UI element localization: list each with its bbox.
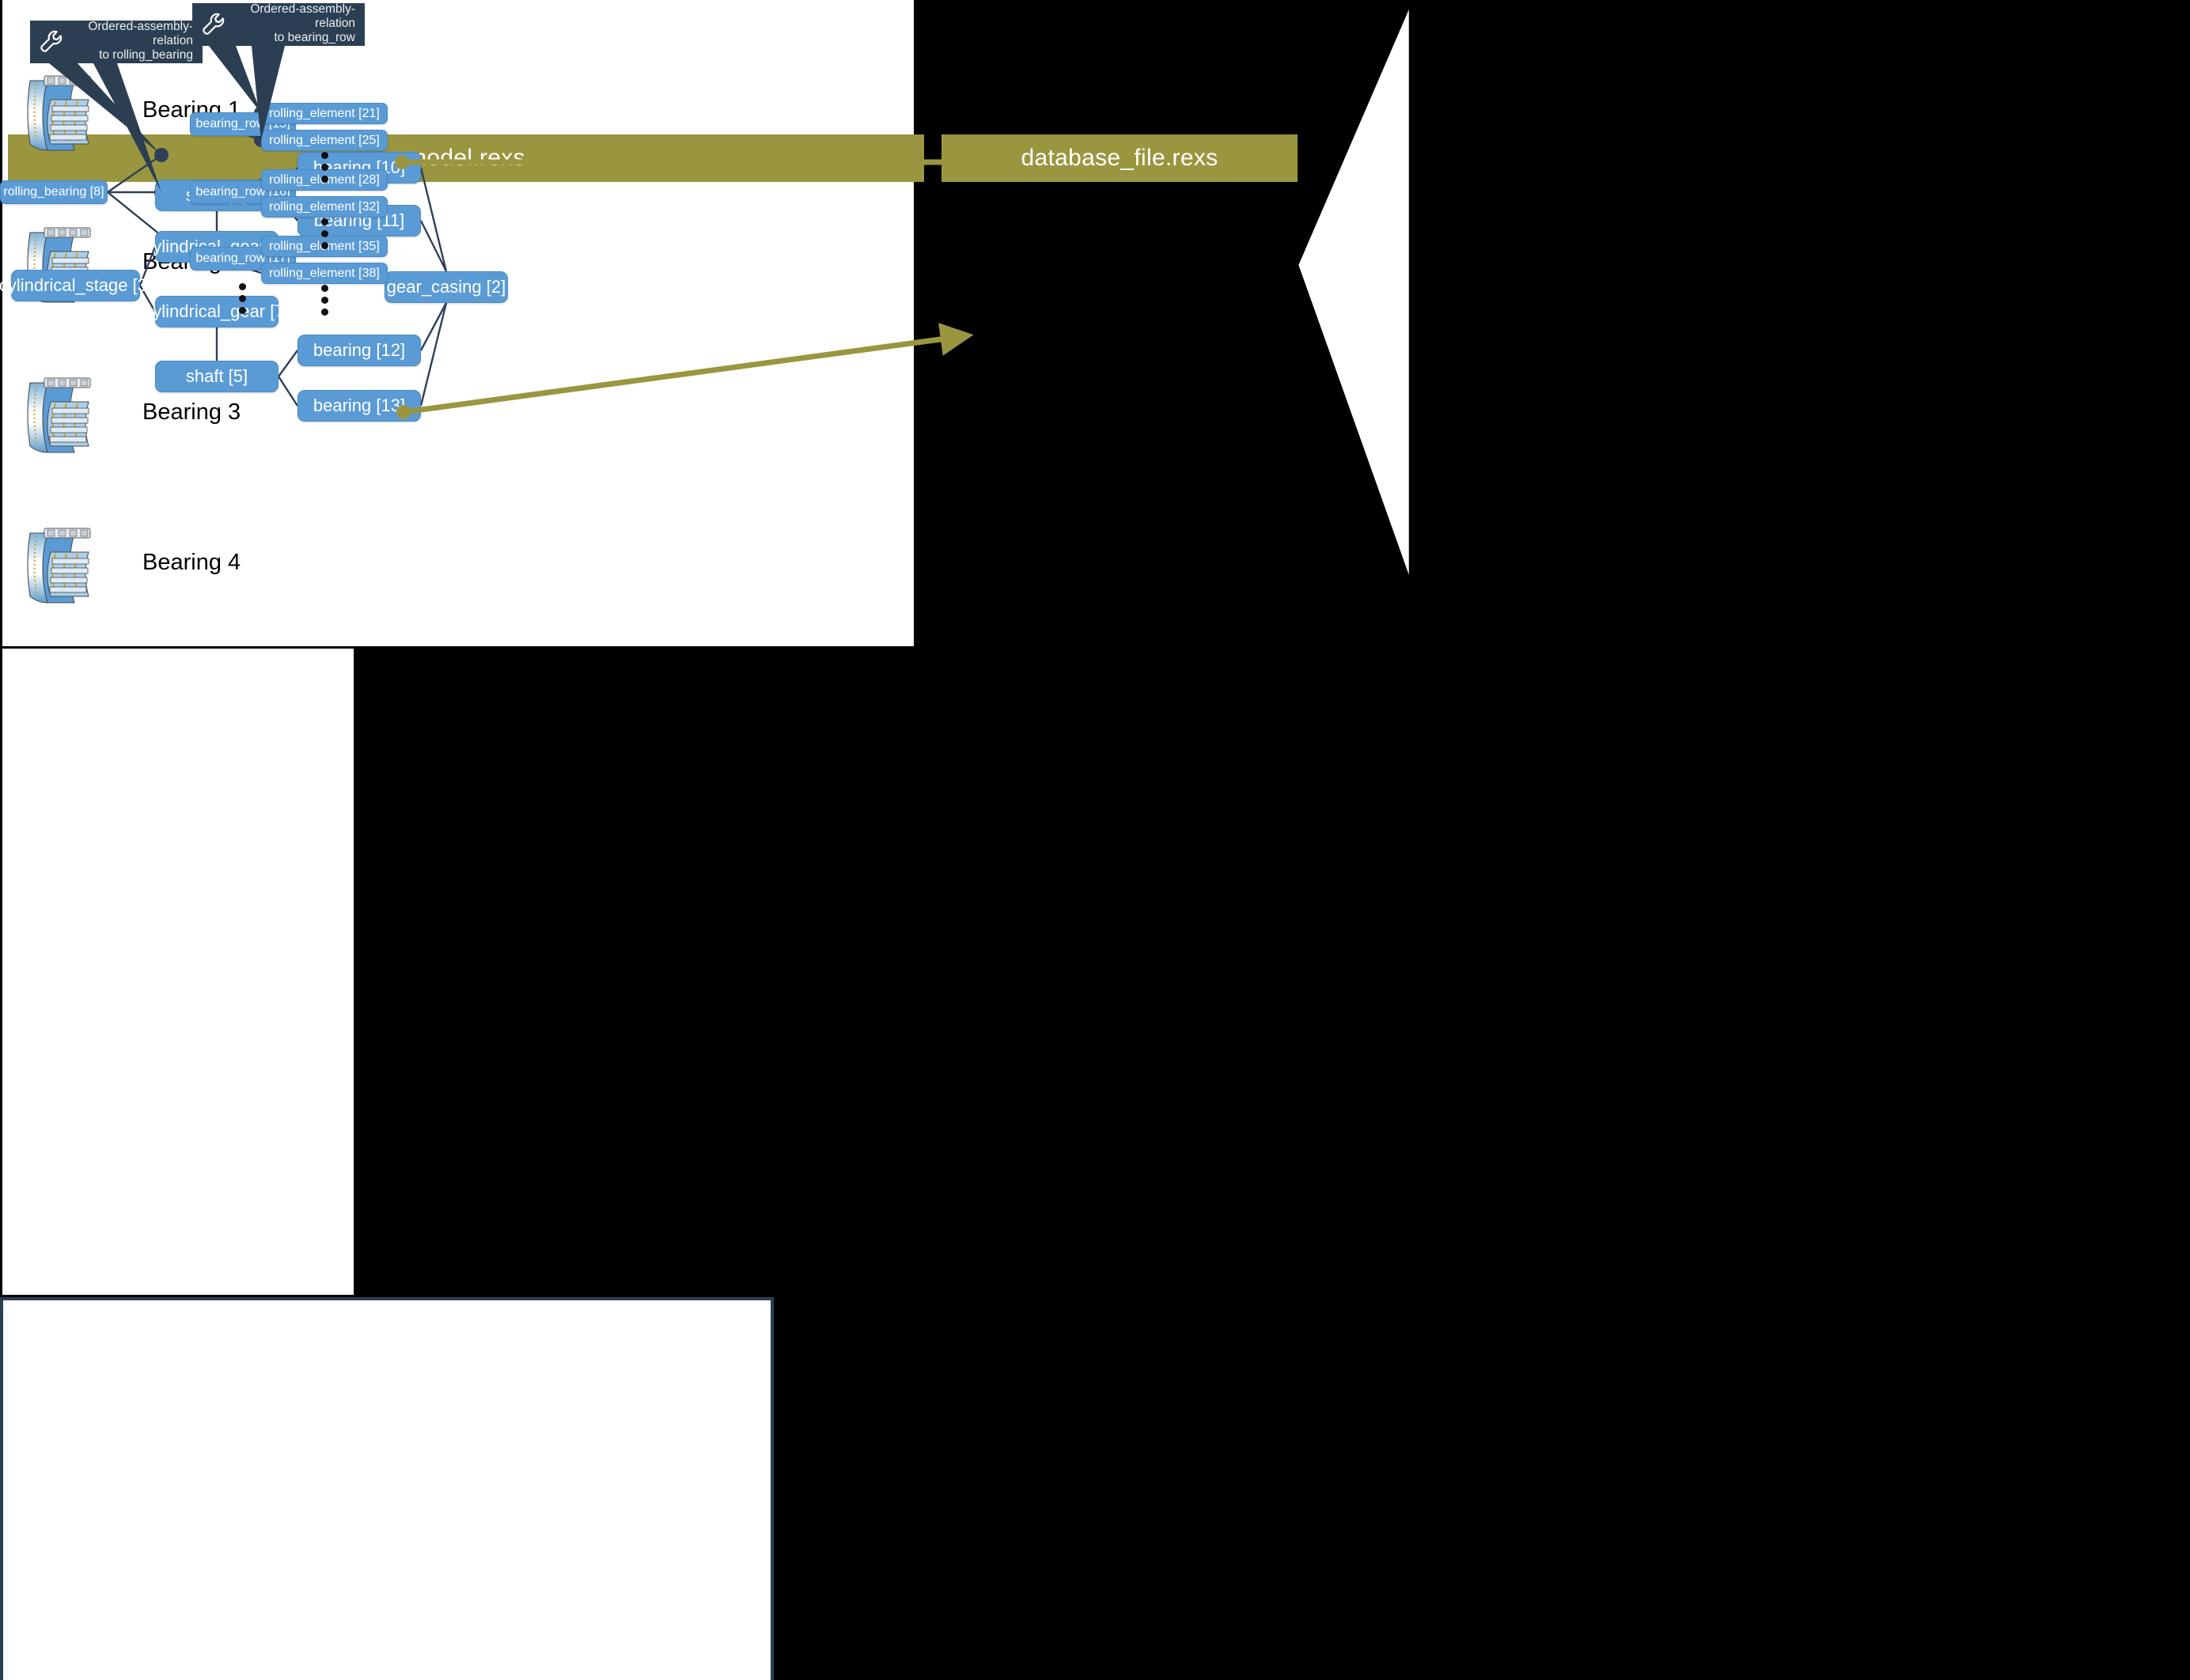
tooltip-callout-tails [49,46,285,192]
tooltip-line-1: Ordered-assembly-relation [88,19,193,47]
tooltip-ordered-assembly-rolling-bearing: Ordered-assembly-relation to rolling_bea… [30,19,203,63]
wrench-icon [203,13,225,35]
tooltip-line-2: to rolling_bearing [99,48,193,62]
detail-panel: Ordered-assembly-relation to rolling_bea… [0,2,774,1680]
tooltip-line-2: to bearing_row [274,31,355,45]
tooltip-ordered-assembly-bearing-row: Ordered-assembly-relation to bearing_row [192,2,365,46]
diagram-canvas: model.rexs cylindrical_stage [3] cylindr… [0,0,2190,1680]
tooltip-line-1: Ordered-assembly-relation [250,2,355,30]
wrench-icon [40,30,63,52]
